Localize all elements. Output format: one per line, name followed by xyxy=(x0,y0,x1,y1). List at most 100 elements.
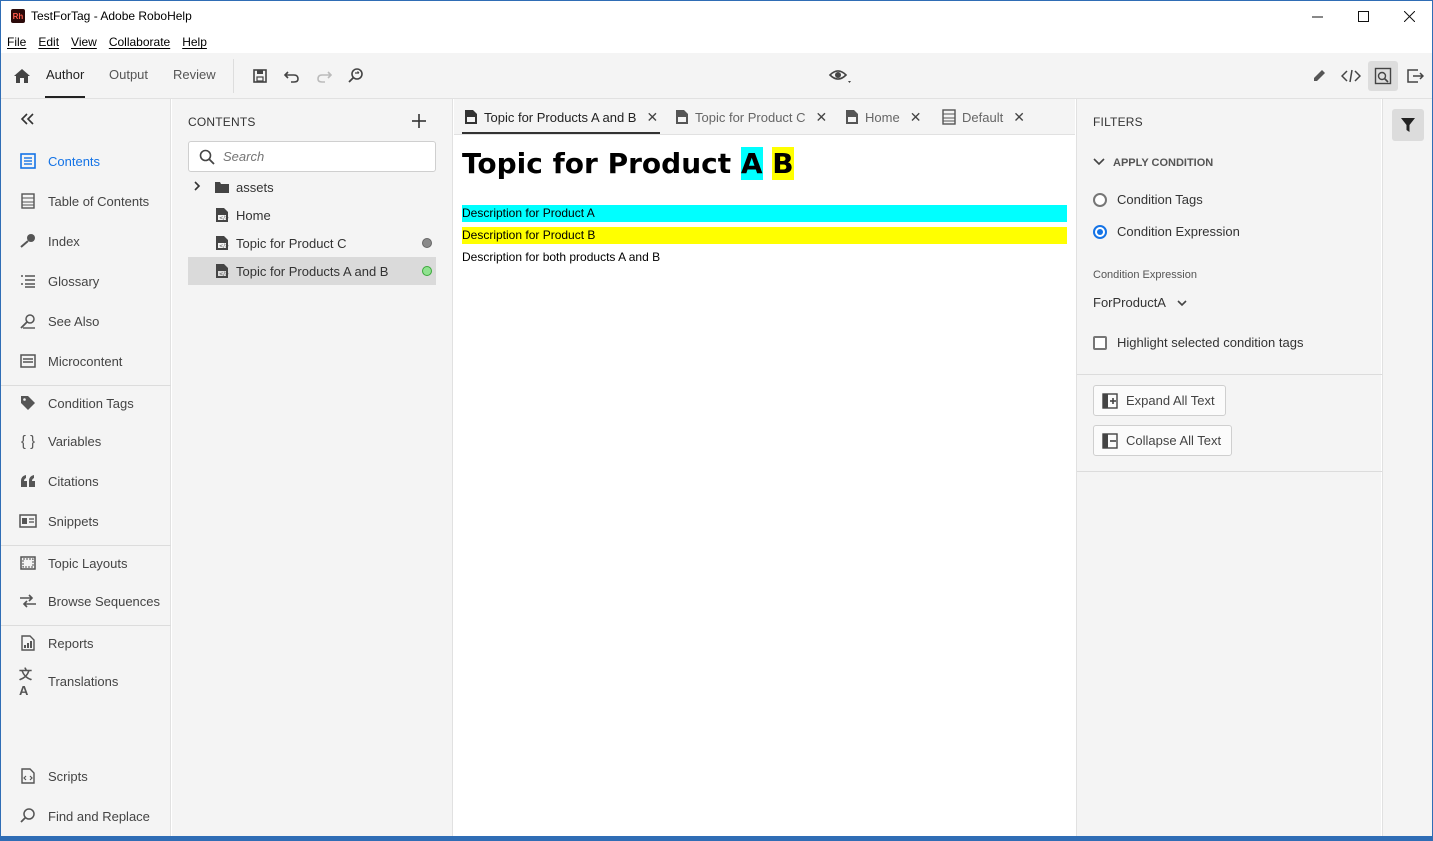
sidebar-item-table-of-contents[interactable]: Table of Contents xyxy=(1,184,171,218)
topic-file-icon xyxy=(676,110,688,124)
toc-icon xyxy=(19,192,37,210)
radio-condition-expression[interactable]: Condition Expression xyxy=(1093,224,1240,239)
menu-help[interactable]: Help xyxy=(182,35,207,49)
tree-item-assets[interactable]: assets xyxy=(188,173,436,201)
filters-divider xyxy=(1077,374,1382,375)
button-label: Expand All Text xyxy=(1126,393,1215,408)
find-replace-toolbar-button[interactable] xyxy=(345,65,367,87)
toolbar-divider xyxy=(233,59,234,93)
sidebar-item-translations[interactable]: 文A Translations xyxy=(1,664,171,698)
status-dot-gray xyxy=(422,238,432,248)
menu-view[interactable]: View xyxy=(71,35,97,49)
radio-button-checked[interactable] xyxy=(1093,224,1107,239)
highlight-tags-checkbox[interactable] xyxy=(1093,335,1107,350)
tree-item-topic-product-c[interactable]: </> Topic for Product C xyxy=(188,229,436,257)
pencil-icon xyxy=(1314,70,1325,81)
close-tab-icon[interactable]: ✕ xyxy=(646,109,658,126)
maximize-button[interactable] xyxy=(1340,1,1386,31)
tab-home[interactable]: Home ✕ xyxy=(845,99,921,135)
paragraph-product-b[interactable]: Description for Product B xyxy=(462,227,1067,244)
collapse-all-text-button[interactable]: Collapse All Text xyxy=(1093,425,1233,456)
find-replace-icon xyxy=(19,807,37,825)
button-label: Collapse All Text xyxy=(1126,433,1222,448)
sidebar-item-find-and-replace[interactable]: Find and Replace xyxy=(1,799,171,833)
main-toolbar: Author Output Review xyxy=(1,53,1432,99)
save-button[interactable] xyxy=(249,65,271,87)
translate-icon: 文A xyxy=(19,667,33,698)
minimize-button[interactable] xyxy=(1294,1,1340,31)
sidebar-item-glossary[interactable]: Glossary xyxy=(1,264,171,298)
collapse-panel-button[interactable] xyxy=(19,111,35,132)
sidebar-item-label: Glossary xyxy=(48,273,100,289)
menu-collaborate[interactable]: Collaborate xyxy=(109,35,170,49)
redo-button[interactable] xyxy=(313,65,335,87)
radio-condition-tags[interactable]: Condition Tags xyxy=(1093,192,1203,207)
preview-toggle-button[interactable] xyxy=(1368,61,1398,91)
source-view-button[interactable] xyxy=(1340,65,1362,87)
tree-item-label: Topic for Product C xyxy=(236,235,347,251)
chevron-down-icon[interactable] xyxy=(1093,156,1105,170)
filters-panel: FILTERS APPLY CONDITION Condition Tags C… xyxy=(1076,99,1382,836)
sidebar-item-snippets[interactable]: Snippets xyxy=(1,504,171,538)
paragraph-product-a[interactable]: Description for Product A xyxy=(462,205,1067,222)
radio-button[interactable] xyxy=(1093,192,1107,207)
sidebar-item-topic-layouts[interactable]: Topic Layouts xyxy=(1,546,171,580)
close-icon xyxy=(1403,10,1415,22)
expand-all-text-button[interactable]: Expand All Text xyxy=(1093,385,1226,416)
edit-button[interactable] xyxy=(1308,65,1330,87)
topic-file-icon: </> xyxy=(216,236,229,250)
sidebar-item-citations[interactable]: Citations xyxy=(1,464,171,498)
sidebar-item-label: Table of Contents xyxy=(48,193,150,209)
sidebar-item-variables[interactable]: { } Variables xyxy=(1,424,171,458)
close-tab-icon[interactable]: ✕ xyxy=(1013,109,1025,126)
sidebar-item-microcontent[interactable]: Microcontent xyxy=(1,344,171,378)
document-heading[interactable]: Topic for Product A B xyxy=(462,147,794,180)
window-title: TestForTag - Adobe RoboHelp xyxy=(31,9,192,23)
close-tab-icon[interactable]: ✕ xyxy=(910,109,922,126)
export-button[interactable] xyxy=(1404,65,1426,87)
paragraph-both-products[interactable]: Description for both products A and B xyxy=(462,249,1067,266)
tab-author[interactable]: Author xyxy=(46,67,84,82)
sidebar-item-index[interactable]: Index xyxy=(1,224,171,258)
sidebar-item-scripts[interactable]: Scripts xyxy=(1,759,171,793)
sidebar-item-condition-tags[interactable]: Condition Tags xyxy=(1,386,171,420)
sidebar-item-label: Translations xyxy=(48,673,119,689)
menu-file[interactable]: File xyxy=(7,35,26,49)
sidebar-item-reports[interactable]: Reports xyxy=(1,626,171,660)
contents-panel: CONTENTS assets </> Home </> Topic for P… xyxy=(172,99,453,836)
undo-button[interactable] xyxy=(281,65,303,87)
tab-default[interactable]: Default ✕ xyxy=(942,99,1025,135)
tree-item-topic-products-a-b[interactable]: </> Topic for Products A and B xyxy=(188,257,436,285)
apply-condition-section-title[interactable]: APPLY CONDITION xyxy=(1113,157,1213,169)
highlight-tags-checkbox-row[interactable]: Highlight selected condition tags xyxy=(1093,335,1303,350)
tab-topic-products-a-b[interactable]: Topic for Products A and B ✕ xyxy=(464,99,658,135)
tab-review[interactable]: Review xyxy=(173,67,216,82)
chevron-right-icon[interactable] xyxy=(192,180,206,194)
close-tab-icon[interactable]: ✕ xyxy=(816,109,828,126)
tree-item-home[interactable]: </> Home xyxy=(188,201,436,229)
topic-file-icon: </> xyxy=(216,264,229,278)
home-button[interactable] xyxy=(11,65,33,87)
tab-topic-product-c[interactable]: Topic for Product C ✕ xyxy=(675,99,827,135)
search-input[interactable] xyxy=(223,149,423,164)
scripts-icon xyxy=(19,767,37,785)
sidebar-item-contents[interactable]: Contents xyxy=(1,144,171,178)
sidebar-item-browse-sequences[interactable]: Browse Sequences xyxy=(1,584,171,618)
document-editor[interactable]: Topic for Product A B Description for Pr… xyxy=(454,135,1075,836)
contents-panel-title: CONTENTS xyxy=(188,115,256,129)
contents-search[interactable] xyxy=(188,141,436,172)
minimize-icon xyxy=(1311,16,1323,17)
sidebar-item-see-also[interactable]: See Also xyxy=(1,304,171,338)
condition-expression-dropdown[interactable]: ForProductA xyxy=(1093,295,1188,310)
export-icon xyxy=(1407,69,1424,83)
tab-label: Topic for Product C xyxy=(695,109,806,125)
filters-toggle-button[interactable] xyxy=(1392,109,1424,141)
sidebar-item-label: Variables xyxy=(48,433,102,449)
tab-output[interactable]: Output xyxy=(109,67,148,82)
close-window-button[interactable] xyxy=(1386,1,1432,31)
add-item-button[interactable] xyxy=(412,111,426,134)
menu-edit[interactable]: Edit xyxy=(38,35,59,49)
sidebar-item-label: Snippets xyxy=(48,513,99,529)
tree-item-label: Home xyxy=(236,207,271,223)
preview-button[interactable] xyxy=(827,65,853,87)
